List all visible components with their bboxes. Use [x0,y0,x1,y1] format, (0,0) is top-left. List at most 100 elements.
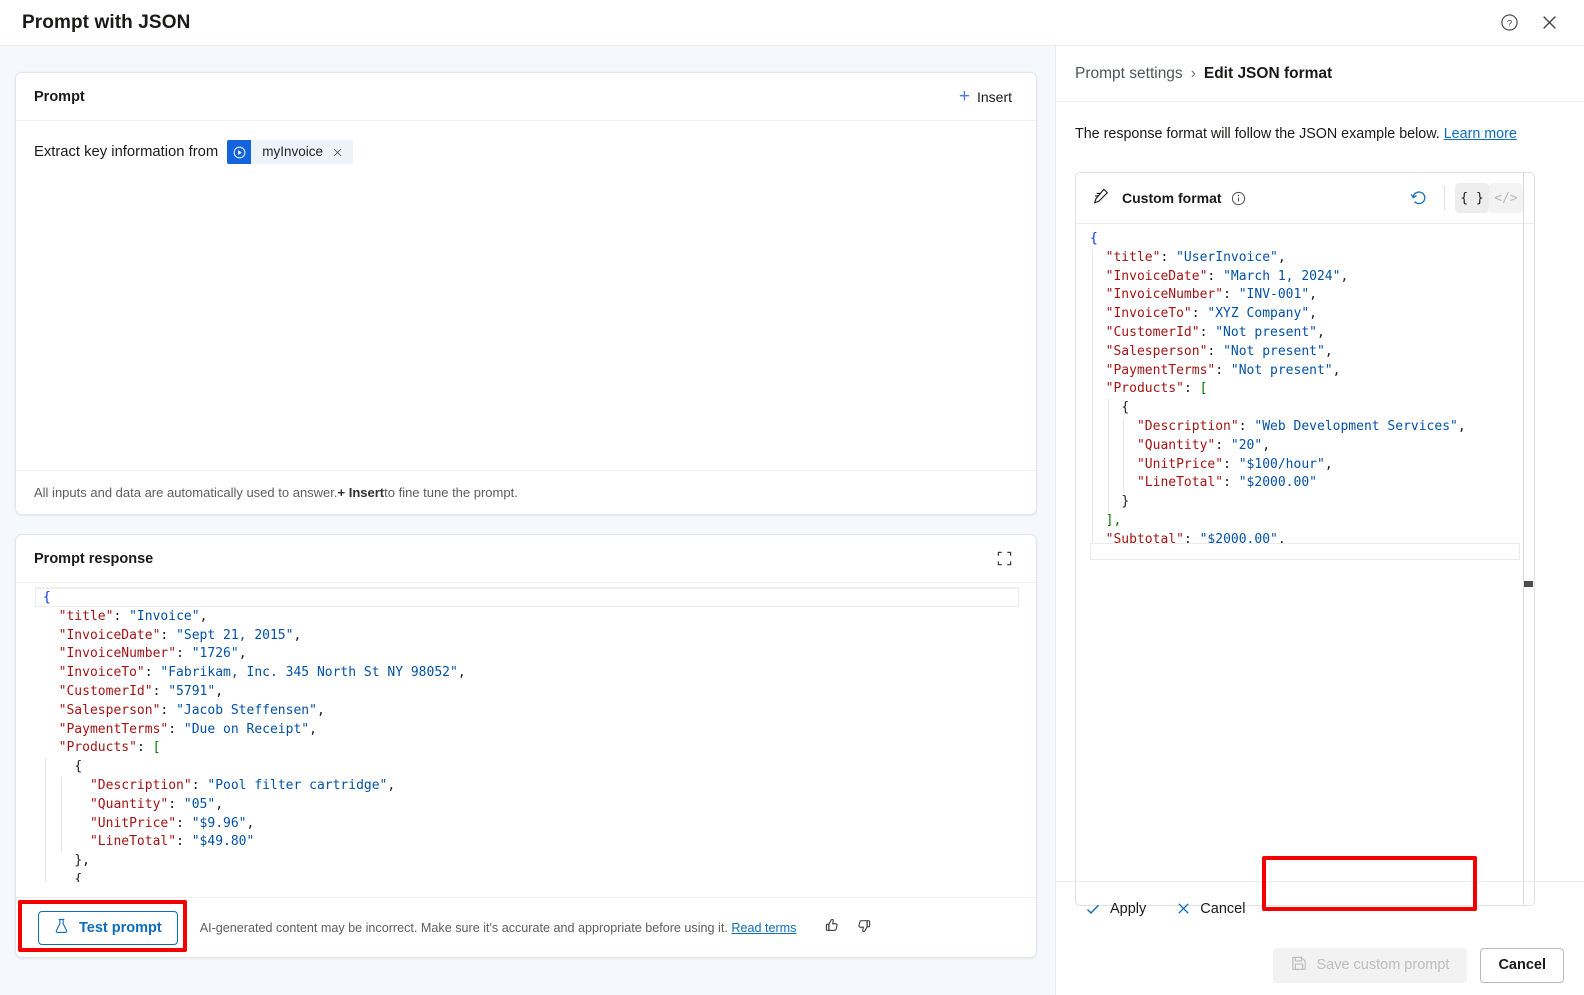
code-token: "InvoiceNumber" [58,646,177,662]
thumbs-up-icon[interactable] [824,917,841,939]
code-token: "Products" [58,740,137,756]
prompt-editor[interactable]: Extract key information from myInvoice [16,121,1036,470]
braces-view-button[interactable]: { } [1455,183,1489,213]
code-token: : [191,777,208,793]
code-token: "PaymentTerms" [58,721,169,737]
save-custom-prompt-button[interactable]: Save custom prompt [1273,947,1468,983]
learn-more-link[interactable]: Learn more [1444,126,1517,142]
response-card-header: Prompt response [16,535,1036,583]
code-token: , [238,646,247,662]
prompt-response-card: Prompt response { "title": "Invoice", "I… [15,534,1037,958]
response-json-viewer[interactable]: { "title": "Invoice", "InvoiceDate": "Se… [35,587,1019,882]
vertical-scrollbar[interactable] [1524,224,1534,905]
indent-guide [45,852,46,871]
code-line: "InvoiceNumber": "INV-001", [1090,286,1466,306]
custom-format-json-editor[interactable]: { "title": "UserInvoice", "InvoiceDate":… [1076,224,1534,546]
code-token: "Web Development Services" [1254,418,1458,434]
indent-guide [45,776,46,796]
prompt-footer-pre: All inputs and data are automatically us… [34,485,338,500]
code-line: "title": "Invoice", [43,608,466,627]
apply-button[interactable]: Apply [1075,895,1156,923]
expand-icon[interactable] [987,542,1021,576]
close-icon[interactable] [1532,6,1566,40]
reset-arrow-icon[interactable] [1404,183,1434,213]
code-token: "UnitPrice" [1136,456,1224,472]
dialog-body: Prompt + Insert Extract key information … [0,46,1584,995]
code-token: : [160,627,177,643]
format-cancel-button[interactable]: Cancel [1166,895,1255,923]
flask-icon [54,918,69,938]
code-token: , [309,721,317,737]
indent-guide [45,795,46,815]
toolbar-divider [1444,186,1445,210]
indent-guide [60,833,62,853]
code-token: , [1262,437,1271,453]
code-token: "Products" [1105,381,1184,397]
vertical-scrollbar-thumb[interactable] [1524,581,1533,587]
code-token: "March 1, 2024" [1223,268,1341,284]
format-description-text: The response format will follow the JSON… [1075,126,1440,142]
read-terms-link[interactable]: Read terms [731,921,796,935]
test-prompt-button[interactable]: Test prompt [38,910,178,945]
code-token: "$49.80" [191,834,255,850]
code-token: "title" [1105,249,1161,265]
dialog-cancel-button[interactable]: Cancel [1480,947,1564,983]
code-token: : [144,665,161,681]
code-token: , [1277,249,1286,265]
breadcrumb-parent[interactable]: Prompt settings [1075,65,1183,83]
format-description: The response format will follow the JSON… [1075,126,1584,142]
code-token: , [1324,456,1333,472]
code-line: "LineTotal": "$49.80" [43,833,466,853]
code-token: "CustomerId" [1105,324,1200,340]
save-custom-prompt-label: Save custom prompt [1316,957,1450,973]
code-token: , [1332,362,1341,378]
code-line: "InvoiceDate": "March 1, 2024", [1090,267,1466,287]
code-line: "UnitPrice": "$9.96", [43,814,466,834]
code-token: : [160,702,177,718]
chip-remove-close-icon[interactable] [332,147,353,158]
insert-button[interactable]: + Insert [950,82,1021,111]
edit-pen-icon [1092,187,1110,210]
code-token: "Description" [1136,418,1239,434]
code-token: "Quantity" [1136,437,1216,453]
code-line: "title": "UserInvoice", [1090,248,1466,268]
code-token: "Not present" [1223,343,1325,359]
prompt-card-header: Prompt + Insert [16,73,1036,121]
indent-guide [1092,380,1093,400]
code-line: "InvoiceDate": "Sept 21, 2015", [43,627,466,646]
indent-guide [1092,342,1093,362]
code-token: [ [152,740,161,756]
code-token: "Not present" [1230,362,1333,378]
feedback-controls [824,917,872,939]
indent-guide [1092,417,1093,437]
info-circle-icon[interactable] [1231,191,1246,206]
code-token: "UnitPrice" [89,815,177,831]
indent-guide [1107,493,1109,512]
indent-guide [45,870,46,882]
code-token: "UserInvoice" [1176,249,1278,265]
code-line: "InvoiceTo": "Fabrikam, Inc. 345 North S… [43,664,466,683]
prompt-footer-post: to fine tune the prompt. [384,485,518,500]
code-token: : [1207,343,1224,359]
code-view-button[interactable]: </> [1489,183,1523,213]
code-token: , [1316,324,1325,340]
code-token: "InvoiceTo" [58,665,145,681]
code-line: "Quantity": "20", [1090,436,1466,456]
input-chip-myinvoice[interactable]: myInvoice [227,140,353,164]
help-circle-icon[interactable]: ? [1492,6,1526,40]
horizontal-scrollbar[interactable] [1090,543,1520,560]
thumbs-down-icon[interactable] [855,917,872,939]
code-token: { [43,590,51,605]
code-token: : [1223,456,1239,472]
response-card-footer: Test prompt AI-generated content may be … [16,897,1036,957]
code-line: { [1090,230,1466,249]
code-line: "Description": "Web Development Services… [1090,417,1466,437]
code-token: : [176,646,192,662]
code-token: , [1309,306,1317,322]
indent-guide [1092,399,1093,418]
code-token: [ [1199,381,1208,397]
indent-guide [1123,417,1125,437]
prompt-footer-bold: + Insert [337,485,385,500]
code-token: "Invoice" [129,608,200,624]
code-token: : [152,683,169,699]
